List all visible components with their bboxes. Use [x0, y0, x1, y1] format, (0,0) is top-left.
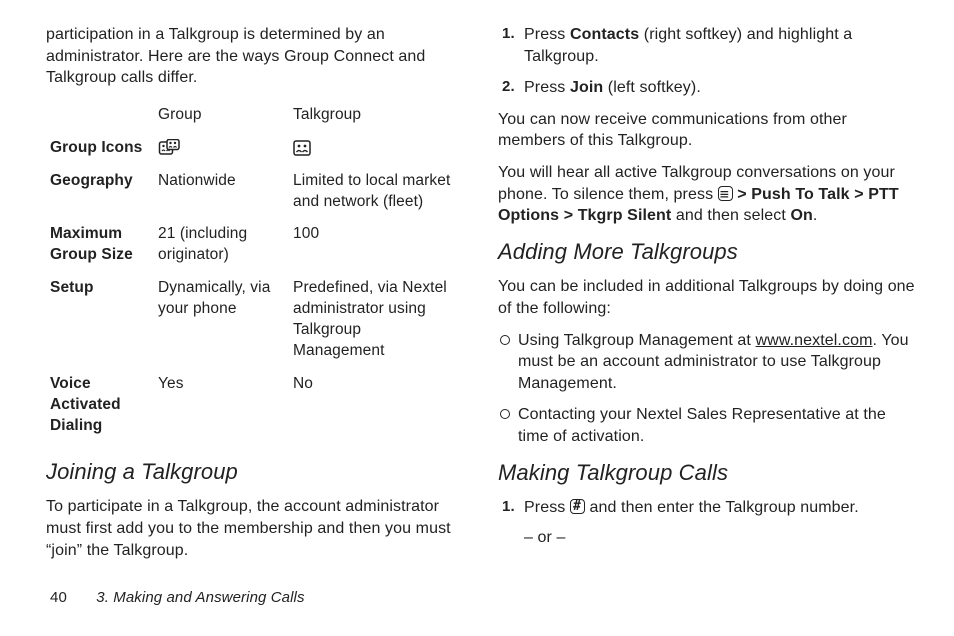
- text-run: Using Talkgroup Management at: [518, 332, 756, 349]
- cell-text: 100: [293, 218, 464, 272]
- softkey-label: Contacts: [570, 26, 639, 43]
- row-label-setup: Setup: [46, 272, 158, 368]
- row-label-vad: Voice Activated Dialing: [46, 368, 158, 443]
- step-number: 2.: [502, 77, 515, 97]
- heading-making: Making Talkgroup Calls: [498, 458, 916, 488]
- step-item: 2. Press Join (left softkey).: [524, 77, 916, 99]
- cell-text: Limited to local market and network (fle…: [293, 165, 464, 219]
- document-page: participation in a Talkgroup is determin…: [0, 0, 954, 624]
- after-steps-text: You can now receive communications from …: [498, 109, 916, 152]
- page-number: 40: [50, 588, 92, 608]
- cell-text: Nationwide: [158, 165, 293, 219]
- table-row: Group Icons: [46, 132, 464, 165]
- joining-steps: 1. Press Contacts (right softkey) and hi…: [498, 24, 916, 99]
- table-row: Maximum Group Size 21 (including origina…: [46, 218, 464, 272]
- step-item: 1. Press Contacts (right softkey) and hi…: [524, 24, 916, 67]
- row-label-geography: Geography: [46, 165, 158, 219]
- two-column-body: participation in a Talkgroup is determin…: [46, 24, 916, 570]
- menu-path-item: Tkgrp Silent: [578, 207, 672, 224]
- cell-text: Predefined, via Nextel administrator usi…: [293, 272, 464, 368]
- menu-path-item: Push To Talk: [751, 186, 849, 203]
- column-header-group: Group: [158, 99, 293, 132]
- adding-bullets: Using Talkgroup Management at www.nextel…: [498, 330, 916, 448]
- cell-text: No: [293, 368, 464, 443]
- step-text: Press: [524, 79, 570, 96]
- table-header-row: Group Talkgroup: [46, 99, 464, 132]
- heading-adding: Adding More Talkgroups: [498, 237, 916, 267]
- step-text: Press: [524, 26, 570, 43]
- table-row: Voice Activated Dialing Yes No: [46, 368, 464, 443]
- intro-paragraph: participation in a Talkgroup is determin…: [46, 24, 464, 89]
- text-run: .: [813, 207, 818, 224]
- step-text: and then enter the Talkgroup number.: [585, 499, 859, 516]
- row-label-max-size: Maximum Group Size: [46, 218, 158, 272]
- step-item: 1. Press and then enter the Talkgroup nu…: [524, 497, 916, 548]
- list-item: Contacting your Nextel Sales Representat…: [518, 404, 916, 447]
- step-text: (left softkey).: [603, 79, 701, 96]
- hash-key-icon: [570, 499, 585, 514]
- table-row: Geography Nationwide Limited to local ma…: [46, 165, 464, 219]
- list-item: Using Talkgroup Management at www.nextel…: [518, 330, 916, 395]
- cell-text: Dynamically, via your phone: [158, 272, 293, 368]
- cell-text: Yes: [158, 368, 293, 443]
- step-number: 1.: [502, 24, 515, 44]
- making-steps: 1. Press and then enter the Talkgroup nu…: [498, 497, 916, 548]
- separator-gt: >: [564, 207, 573, 224]
- silence-paragraph: You will hear all active Talkgroup conve…: [498, 162, 916, 227]
- row-label-icons: Group Icons: [46, 132, 158, 165]
- joining-body: To participate in a Talkgroup, the accou…: [46, 496, 464, 561]
- cell-talkgroup-icon: [293, 132, 464, 165]
- group-connect-icon: [158, 139, 180, 157]
- column-header-talkgroup: Talkgroup: [293, 99, 464, 132]
- step-number: 1.: [502, 497, 515, 517]
- chapter-title: 3. Making and Answering Calls: [96, 589, 304, 606]
- menu-key-icon: [718, 186, 733, 201]
- step-text: Press: [524, 499, 570, 516]
- link-nextel[interactable]: www.nextel.com: [756, 332, 873, 349]
- comparison-table: Group Talkgroup Group Icons: [46, 99, 464, 443]
- separator-gt: >: [854, 186, 863, 203]
- softkey-label: Join: [570, 79, 603, 96]
- text-run: and then select: [671, 207, 790, 224]
- menu-path-item: On: [790, 207, 812, 224]
- cell-text: 21 (including originator): [158, 218, 293, 272]
- or-divider: – or –: [524, 527, 916, 549]
- page-footer: 40 3. Making and Answering Calls: [46, 588, 916, 608]
- cell-group-icon: [158, 132, 293, 165]
- talkgroup-icon: [293, 140, 311, 156]
- separator-gt: >: [737, 186, 746, 203]
- heading-joining: Joining a Talkgroup: [46, 457, 464, 487]
- adding-intro: You can be included in additional Talkgr…: [498, 276, 916, 319]
- table-row: Setup Dynamically, via your phone Predef…: [46, 272, 464, 368]
